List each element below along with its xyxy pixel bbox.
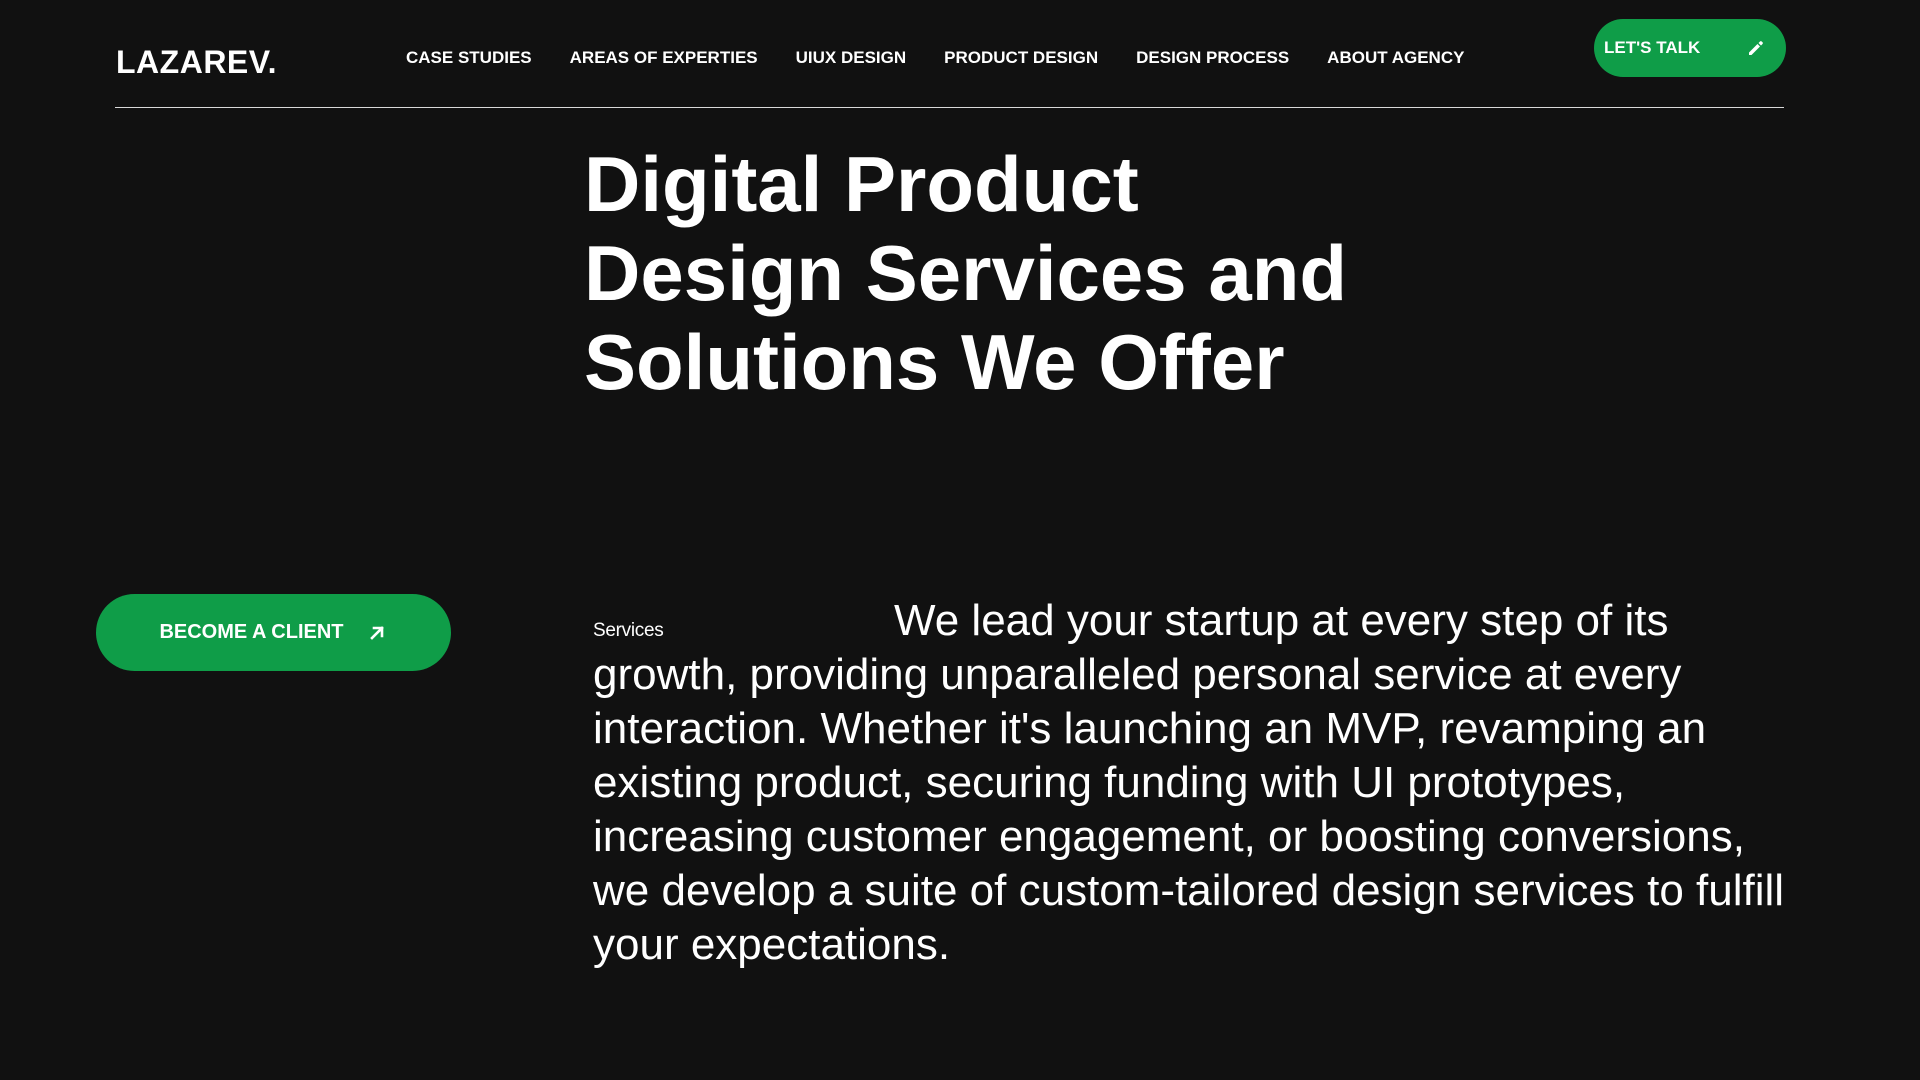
- become-a-client-button[interactable]: BECOME A CLIENT: [96, 594, 451, 671]
- page: LAZAREV. CASE STUDIES AREAS OF EXPERTIES…: [0, 0, 1920, 1080]
- arrow-up-right-icon: [366, 622, 388, 644]
- lets-talk-label: LET'S TALK: [1604, 38, 1701, 57]
- header-divider: [115, 107, 1784, 108]
- nav-item-uiux-design[interactable]: UIUX DESIGN: [796, 48, 907, 68]
- nav-item-product-design[interactable]: PRODUCT DESIGN: [944, 48, 1098, 68]
- nav-item-areas-of-experties[interactable]: AREAS OF EXPERTIES: [570, 48, 758, 68]
- nav-item-about-agency[interactable]: ABOUT AGENCY: [1327, 48, 1464, 68]
- page-title: Digital Product Design Services and Solu…: [584, 140, 1348, 406]
- logo[interactable]: LAZAREV.: [116, 44, 277, 80]
- nav-item-case-studies[interactable]: CASE STUDIES: [406, 48, 532, 68]
- pencil-icon: [1746, 38, 1766, 58]
- nav-item-design-process[interactable]: DESIGN PROCESS: [1136, 48, 1289, 68]
- lets-talk-button[interactable]: LET'S TALK: [1594, 19, 1786, 77]
- become-a-client-label: BECOME A CLIENT: [159, 621, 344, 643]
- services-description: We lead your startup at every step of it…: [593, 596, 1785, 969]
- main-nav: CASE STUDIES AREAS OF EXPERTIES UIUX DES…: [406, 48, 1464, 68]
